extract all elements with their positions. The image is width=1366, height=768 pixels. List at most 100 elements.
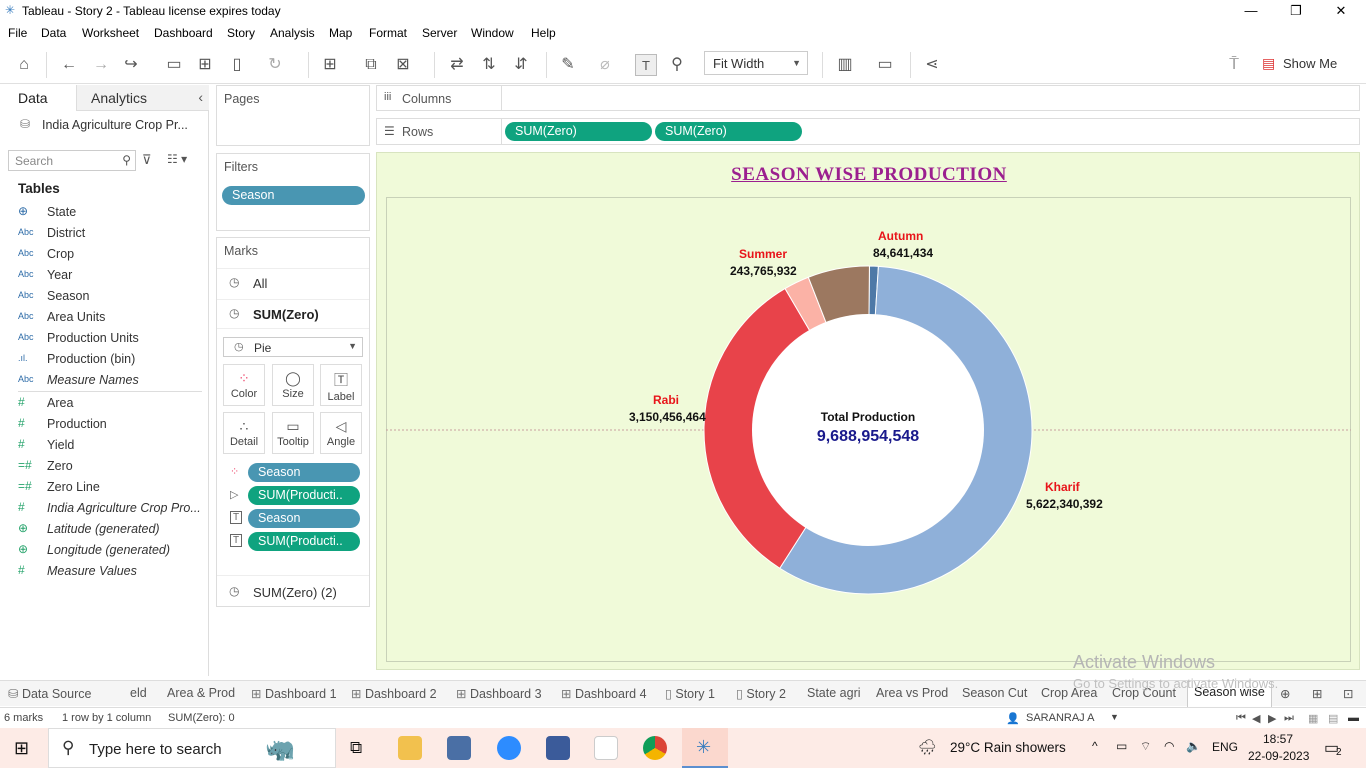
search-input[interactable]: Search ⚲	[8, 150, 136, 171]
language-indicator[interactable]: ENG	[1212, 740, 1238, 754]
mark-pill-season-color[interactable]: Season	[248, 463, 360, 482]
duplicate-sheet-icon[interactable]: ⧉	[360, 54, 382, 76]
field-longitude-generated[interactable]: ⊕ Longitude (generated)	[18, 541, 208, 561]
angle-button[interactable]: ◁ Angle	[320, 412, 362, 454]
mark-pill-production-label[interactable]: SUM(Producti..	[248, 532, 360, 551]
filters-shelf[interactable]: Filters Season	[216, 153, 370, 231]
swap-icon[interactable]: ⇄	[446, 54, 468, 76]
field-production-units[interactable]: Abc Production Units	[18, 329, 208, 349]
pin-icon[interactable]: ⚲	[666, 54, 688, 76]
grid-view-icon[interactable]: ▦	[1308, 712, 1318, 725]
tab-sheet-eld[interactable]: eld	[130, 686, 147, 700]
tab-state-agri[interactable]: State agri	[807, 686, 861, 700]
menu-window[interactable]: Window	[471, 26, 514, 40]
menu-dashboard[interactable]: Dashboard	[154, 26, 213, 40]
zoom-app-icon[interactable]	[497, 736, 521, 760]
show-me-button[interactable]: ▤ Show Me	[1262, 54, 1352, 74]
field-area-units[interactable]: Abc Area Units	[18, 308, 208, 328]
highlight-icon[interactable]: ✎	[557, 54, 579, 76]
refresh-icon[interactable]: ↻	[264, 54, 286, 76]
tab-dashboard-2[interactable]: ⊞ Dashboard 2	[351, 686, 437, 701]
field-crop[interactable]: Abc Crop	[18, 245, 208, 265]
chrome-icon[interactable]	[643, 736, 667, 760]
label-button[interactable]: 🅃 Label	[320, 364, 362, 406]
color-button[interactable]: ⁘ Color	[223, 364, 265, 406]
nav-first-icon[interactable]: ⏮	[1236, 712, 1246, 725]
tab-analytics[interactable]: Analytics ‹	[76, 85, 209, 111]
tab-story-2[interactable]: ▯ Story 2	[736, 686, 786, 701]
wifi-icon[interactable]: ◠	[1164, 739, 1174, 753]
weather-text[interactable]: 29°C Rain showers	[950, 740, 1066, 755]
menu-analysis[interactable]: Analysis	[270, 26, 315, 40]
field-season[interactable]: Abc Season	[18, 287, 208, 307]
collapse-icon[interactable]: ‹	[198, 89, 203, 105]
battery-icon[interactable]: ▭	[1116, 739, 1127, 753]
columns-shelf[interactable]: iii Columns	[376, 85, 1360, 111]
clock-date[interactable]: 22-09-2023	[1248, 749, 1309, 763]
nav-prev-icon[interactable]: ◀	[1252, 712, 1260, 725]
menu-data[interactable]: Data	[41, 26, 66, 40]
field-year[interactable]: Abc Year	[18, 266, 208, 286]
task-view-icon[interactable]: ⧉	[350, 738, 362, 758]
size-button[interactable]: ◯ Size	[272, 364, 314, 406]
new-worksheet-icon[interactable]: ⊕	[1280, 686, 1290, 701]
menu-format[interactable]: Format	[369, 26, 407, 40]
new-sheet-icon[interactable]: ⊞	[319, 54, 341, 76]
tray-chevron-icon[interactable]: ^	[1092, 739, 1098, 753]
menu-file[interactable]: File	[8, 26, 27, 40]
network-icon[interactable]: ⌔	[1140, 739, 1151, 754]
field-area[interactable]: # Area	[18, 394, 208, 414]
cards-icon[interactable]: ▥	[834, 54, 856, 76]
camera-app-icon[interactable]	[447, 736, 471, 760]
tableau-taskbar-button[interactable]: ✳	[682, 728, 728, 768]
field-yield[interactable]: # Yield	[18, 436, 208, 456]
field-measure-values[interactable]: # Measure Values	[18, 562, 208, 582]
field-production[interactable]: # Production	[18, 415, 208, 435]
field-measure-names[interactable]: Abc Measure Names	[18, 371, 208, 391]
file-explorer-icon[interactable]	[398, 736, 422, 760]
marks-sum-row[interactable]: ◷ SUM(Zero)	[217, 299, 369, 329]
tooltip-button[interactable]: ▭ Tooltip	[272, 412, 314, 454]
media-player-icon[interactable]	[546, 736, 570, 760]
mark-pill-season-label[interactable]: Season	[248, 509, 360, 528]
detail-button[interactable]: ∴ Detail	[223, 412, 265, 454]
presentation-icon[interactable]: ▭	[874, 54, 896, 76]
undo-icon[interactable]: ←	[58, 54, 80, 76]
field-latitude-generated[interactable]: ⊕ Latitude (generated)	[18, 520, 208, 540]
rows-shelf[interactable]: ☰ Rows SUM(Zero) SUM(Zero)	[376, 118, 1360, 145]
save-icon[interactable]: ▭	[163, 54, 185, 76]
pages-shelf[interactable]: Pages	[216, 85, 370, 146]
taskbar-search[interactable]: ⚲ Type here to search 🦏	[48, 728, 336, 768]
clock-time[interactable]: 18:57	[1263, 732, 1293, 746]
field-zero-line[interactable]: =# Zero Line	[18, 478, 208, 498]
nav-next-icon[interactable]: ▶	[1268, 712, 1276, 725]
nav-last-icon[interactable]: ⏭	[1284, 712, 1294, 725]
replay-icon[interactable]: ↪	[120, 54, 142, 76]
menu-help[interactable]: Help	[531, 26, 556, 40]
field-zero[interactable]: =# Zero	[18, 457, 208, 477]
tab-dashboard-3[interactable]: ⊞ Dashboard 3	[456, 686, 542, 701]
new-story-icon[interactable]: ⊡	[1343, 686, 1353, 701]
tab-dashboard-4[interactable]: ⊞ Dashboard 4	[561, 686, 647, 701]
show-labels-icon[interactable]: T	[635, 54, 657, 76]
filter-pill-season[interactable]: Season	[222, 186, 365, 205]
filmstrip-icon[interactable]: ▤	[1328, 712, 1338, 725]
tab-story-1[interactable]: ▯ Story 1	[665, 686, 715, 701]
marks-all-row[interactable]: ◷ All	[217, 268, 369, 298]
sort-desc-icon[interactable]: ⇵	[510, 54, 532, 76]
share-icon[interactable]: ⋖	[921, 54, 943, 76]
redo-icon[interactable]: →	[90, 54, 112, 76]
field-india-agriculture-crop-pro[interactable]: # India Agriculture Crop Pro...	[18, 499, 208, 519]
tab-data[interactable]: Data	[0, 85, 76, 111]
tab-season-cut[interactable]: Season Cut	[962, 686, 1027, 700]
mark-type-dropdown[interactable]: ◷ Pie ▼	[223, 337, 363, 357]
restore-icon[interactable]: ❐	[1281, 2, 1311, 20]
tab-area-prod[interactable]: Area & Prod	[167, 686, 235, 700]
paint-icon[interactable]: ⍑	[1223, 54, 1245, 76]
speaker-muted-icon[interactable]: 🔈	[1186, 739, 1201, 753]
windows-start-icon[interactable]: ⊞	[14, 738, 29, 759]
app-icon[interactable]	[594, 736, 618, 760]
list-view-icon[interactable]: ☷ ▾	[167, 152, 187, 166]
tab-data-source[interactable]: ⛁ Data Source	[8, 686, 91, 701]
mark-pill-production-angle[interactable]: SUM(Producti..	[248, 486, 360, 505]
